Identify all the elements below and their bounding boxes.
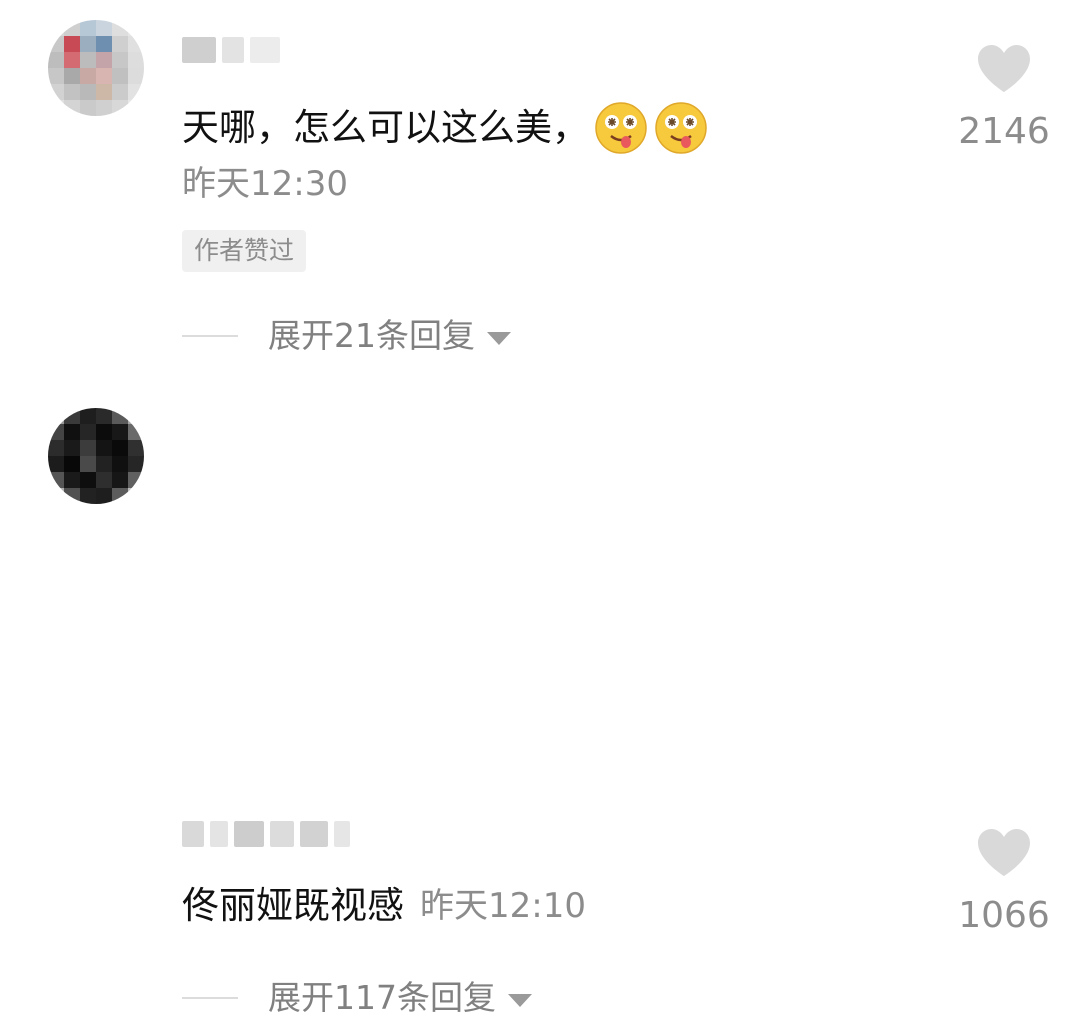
expand-replies-label: 展开117条回复 xyxy=(268,978,496,1017)
username-blurred[interactable] xyxy=(182,818,350,850)
avatar[interactable] xyxy=(48,20,144,116)
comment-text: 佟丽娅既视感 xyxy=(182,884,404,927)
author-liked-badge: 作者赞过 xyxy=(182,230,307,272)
drooling-face-emoji xyxy=(655,102,707,154)
like-button[interactable]: 2146 xyxy=(954,44,1054,154)
heart-icon xyxy=(978,829,1030,876)
comment-item: 天哪，怎么可以这么美， 昨天12:30 作者赞过 展开21条回复 2146 xyxy=(0,0,1080,400)
comment-text-row: 天哪，怎么可以这么美， xyxy=(182,100,709,156)
comment-item: 佟丽娅既视感 昨天12:10 展开117条回复 1066 xyxy=(0,400,1080,1017)
comment-time: 昨天12:10 xyxy=(420,886,586,926)
like-button[interactable]: 1066 xyxy=(954,828,1054,938)
expand-replies-button[interactable]: 展开117条回复 xyxy=(182,974,532,1022)
heart-icon xyxy=(978,45,1030,92)
comment-text: 天哪，怎么可以这么美， xyxy=(182,106,589,149)
caret-down-icon xyxy=(487,331,511,345)
username-blurred[interactable] xyxy=(182,34,280,66)
like-count: 1066 xyxy=(958,895,1050,936)
drooling-face-emoji xyxy=(595,102,647,154)
divider-line xyxy=(182,335,238,337)
like-count: 2146 xyxy=(958,111,1050,152)
divider-line xyxy=(182,997,238,999)
caret-down-icon xyxy=(508,993,532,1007)
comment-time: 昨天12:30 xyxy=(182,164,348,204)
expand-replies-button[interactable]: 展开21条回复 xyxy=(182,312,511,360)
comment-text-row: 佟丽娅既视感 昨天12:10 xyxy=(182,882,586,930)
avatar[interactable] xyxy=(48,408,144,504)
expand-replies-label: 展开21条回复 xyxy=(268,316,475,355)
